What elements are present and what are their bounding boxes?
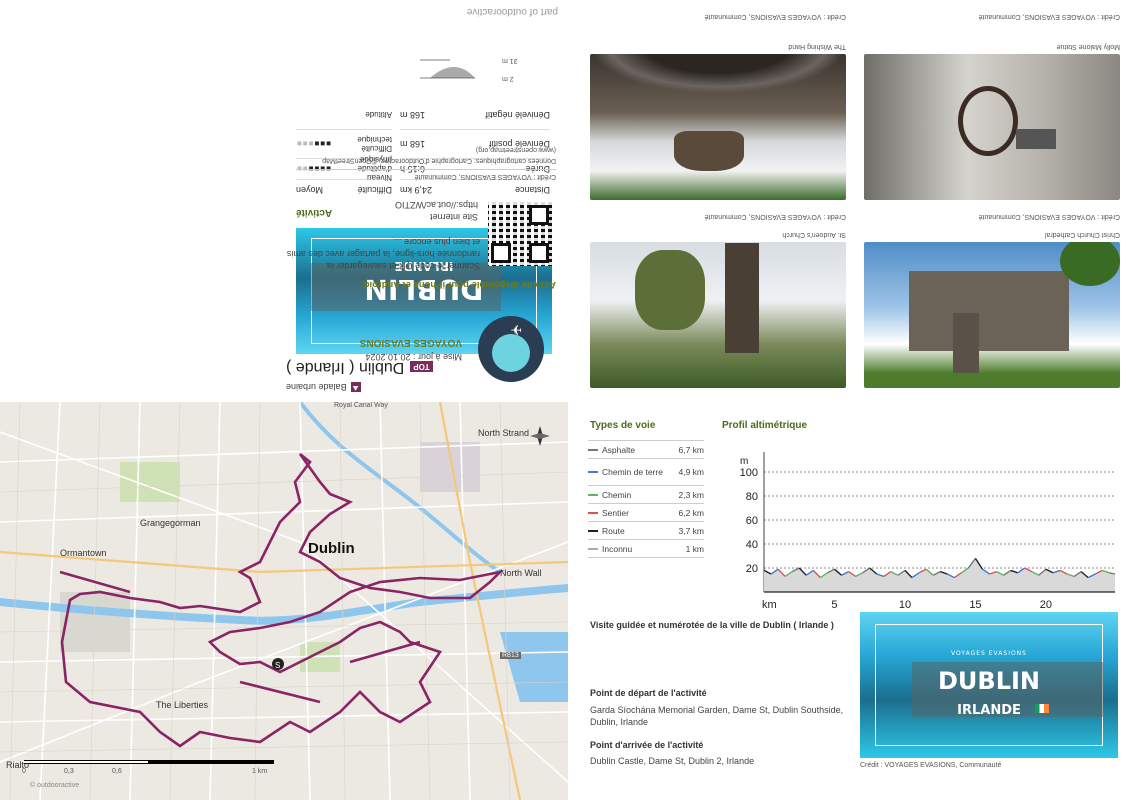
altitude-label: Altitude xyxy=(365,110,392,120)
x-tick-5: 5 xyxy=(831,599,837,611)
descent-label: Dénivelé négatif xyxy=(485,110,550,120)
map-label-grangegorman: Grangegorman xyxy=(140,518,201,528)
x-tick-10: 10 xyxy=(899,599,911,611)
difficulty-label: Difficulté xyxy=(357,185,392,195)
info-panel: Types de voie Asphalte 6,7 km Chemin de t… xyxy=(570,402,1140,800)
surface-row-asphalte: Asphalte 6,7 km xyxy=(588,441,704,459)
site-url[interactable]: https://out.ac/WZTIO xyxy=(395,200,478,210)
elevation-chart: m 20 40 60 80 100 km 5 10 15 20 xyxy=(740,452,1116,611)
watermark-text: part of outdooractive xyxy=(466,6,558,17)
scale-0: 0 xyxy=(22,768,26,775)
caption-molly-malone: Molly Malone Statue xyxy=(1056,43,1120,50)
x-tick-20: 20 xyxy=(1040,599,1052,611)
y-tick-100: 100 xyxy=(740,467,758,479)
photos-panel: The Wishing Hand Crédit : VOYAGES EVASIO… xyxy=(570,0,1140,400)
photo-christ-church[interactable] xyxy=(864,242,1120,388)
y-axis-label: m xyxy=(740,456,748,467)
category-line: ⛰ Balade urbaine xyxy=(286,382,361,392)
caption-wishing-hand: The Wishing Hand xyxy=(788,43,846,50)
description-heading: Visite guidée et numérotée de la ville d… xyxy=(590,620,834,630)
site-label: Site internet xyxy=(429,212,478,222)
map-label-canal: Royal Canal Way xyxy=(334,402,388,409)
qr-code[interactable] xyxy=(488,202,552,266)
start-text: Garda Síochána Memorial Garden, Dame St,… xyxy=(590,705,844,727)
promo-credit: Crédit : VOYAGES EVASIONS, Communauté xyxy=(296,169,556,180)
altitude-max: 31 m xyxy=(502,57,518,64)
descent-value: 168 m xyxy=(400,110,426,120)
map-source: Données cartographiques: Cartographie d'… xyxy=(322,146,556,164)
altitude-mini-chart xyxy=(420,59,475,79)
map-label-liberties: The Liberties xyxy=(156,700,209,710)
cover-title: DUBLIN xyxy=(937,667,1040,696)
author-block: ✈ VOYAGES EVASIONS Mise à jour : 20.10.2… xyxy=(288,312,558,382)
map-label-north-wall: North Wall xyxy=(500,568,542,578)
start-title: Point de départ de l'activité xyxy=(590,688,707,698)
credit-christ-church: Crédit : VOYAGES EVASIONS, Communauté xyxy=(978,213,1120,220)
svg-text:S: S xyxy=(275,661,280,670)
cover-credit: Crédit : VOYAGES EVASIONS, Communauté xyxy=(860,762,1002,769)
distance-value: 24,9 km xyxy=(400,185,433,195)
surface-title: Types de voie xyxy=(590,420,656,431)
y-tick-40: 40 xyxy=(746,539,758,551)
map-label-north-strand: North Strand xyxy=(478,428,530,438)
elevation-area xyxy=(764,558,1115,592)
altitude-mini-profile xyxy=(420,56,480,82)
hike-icon: ⛰ xyxy=(350,382,361,392)
credit-wishing-hand: Crédit : VOYAGES EVASIONS, Communauté xyxy=(704,13,846,20)
surface-row-route: Route 3,7 km xyxy=(588,522,704,540)
route-map[interactable]: S Dublin North Strand Grangegorman Orman… xyxy=(0,402,568,800)
app-text: Scanner le code QR et sauvegarder la ran… xyxy=(286,237,480,271)
cover-image[interactable]: VOYAGES EVASIONS DUBLIN IRLANDE xyxy=(860,612,1118,758)
credit-molly-malone: Crédit : VOYAGES EVASIONS, Communauté xyxy=(978,13,1120,20)
app-title: Activité disponible pour iPhone et Andro… xyxy=(361,279,556,290)
cover-country: IRLANDE xyxy=(957,702,1021,718)
ireland-flag-icon xyxy=(1035,703,1050,713)
y-tick-60: 60 xyxy=(746,515,758,527)
photo-st-audoens[interactable] xyxy=(590,242,846,388)
x-axis-label: km xyxy=(762,599,777,611)
caption-christ-church: Christ Church Cathedral xyxy=(1044,231,1120,238)
photo-molly-malone[interactable] xyxy=(864,54,1120,200)
scale-03: 0,3 xyxy=(64,768,74,775)
surface-row-chemin-terre: Chemin de terre 4,9 km xyxy=(588,459,704,486)
x-tick-15: 15 xyxy=(969,599,981,611)
cover-panel: part of outdooractive ⛰ Balade urbaine T… xyxy=(0,0,570,400)
difficulty-value: Moyen xyxy=(296,185,324,195)
profile-title: Profil altimétrique xyxy=(722,420,808,431)
activity-heading: Activité xyxy=(296,207,333,218)
altitude-min: 2 m xyxy=(502,75,514,82)
scale-1km: 1 km xyxy=(252,768,268,775)
map-svg: S xyxy=(0,402,568,800)
y-tick-80: 80 xyxy=(746,491,758,503)
author-logo: ✈ xyxy=(478,316,544,382)
scale-06: 0,6 xyxy=(112,768,122,775)
map-label-road: R813 xyxy=(500,652,521,659)
map-logo: © outdooractive xyxy=(30,782,80,789)
photo-wishing-hand[interactable] xyxy=(590,54,846,200)
y-tick-20: 20 xyxy=(746,563,758,575)
cover-subtitle: VOYAGES EVASIONS xyxy=(951,649,1027,657)
category-label: Balade urbaine xyxy=(286,382,347,392)
end-text: Dublin Castle, Dame St, Dublin 2, Irland… xyxy=(590,756,755,766)
surface-table: Asphalte 6,7 km Chemin de terre 4,9 km Che… xyxy=(588,440,704,558)
map-label-ormantown: Ormantown xyxy=(60,548,107,558)
author-name: VOYAGES EVASIONS xyxy=(359,337,462,348)
update-date: Mise à jour : 20.10.2024 xyxy=(365,352,462,362)
surface-row-inconnu: Inconnu 1 km xyxy=(588,540,704,558)
end-title: Point d'arrivée de l'activité xyxy=(590,740,704,750)
surface-row-chemin: Chemin 2,3 km xyxy=(588,486,704,504)
credit-st-audoens: Crédit : VOYAGES EVASIONS, Communauté xyxy=(704,213,846,220)
distance-label: Distance xyxy=(514,185,550,195)
surface-row-sentier: Sentier 6,2 km xyxy=(588,504,704,522)
plane-icon: ✈ xyxy=(510,322,522,338)
map-label-dublin: Dublin xyxy=(308,540,355,557)
caption-st-audoens: St. Audoen's Church xyxy=(782,231,846,238)
